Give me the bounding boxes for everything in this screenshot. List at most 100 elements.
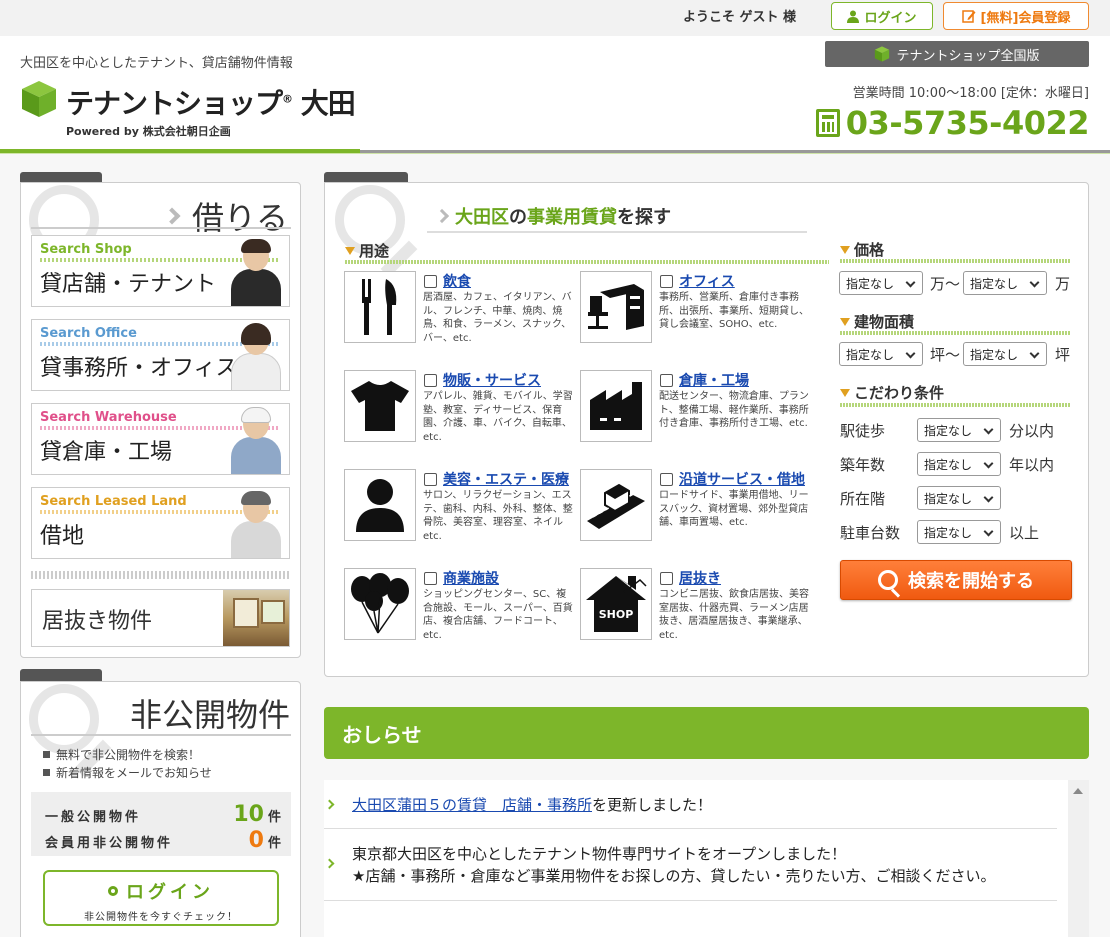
phone-number[interactable]: 03-5735-4022	[815, 104, 1090, 142]
news-title: おしらせ	[324, 707, 1089, 759]
price-min-select[interactable]: 指定なし	[839, 271, 923, 295]
use-desc: ショッピングセンター、SC、複合施設、モール、スーパー、百貨店、複合店舗、フード…	[423, 589, 573, 641]
use-desc: ロードサイド、事業用借地、リースバック、資材置場、郊外型貸店舗、車両置場、etc…	[659, 490, 809, 528]
site-logo[interactable]: テナントショップ® 大田 Powered by 株式会社朝日企画	[20, 80, 370, 140]
rent-panel: 借りる Search Shop 貸店舗・テナント Search Office 貸…	[20, 182, 301, 658]
login-button[interactable]: ログイン	[831, 2, 933, 30]
use-link-retail[interactable]: 物販・サービス	[443, 370, 541, 390]
use-checkbox-office[interactable]	[660, 274, 673, 288]
shop-house-icon: SHOP	[580, 568, 652, 640]
category-en-label: Search Shop	[40, 242, 132, 257]
use-checkbox-factory[interactable]	[660, 373, 673, 387]
use-link-factory[interactable]: 倉庫・工場	[679, 370, 749, 390]
area-label-text: 建物面積	[854, 313, 915, 331]
phone-icon	[815, 109, 840, 137]
chevron-right-icon	[163, 207, 181, 225]
panel-tab	[20, 669, 102, 681]
area-unit-mid: 坪〜	[930, 346, 961, 364]
member-count-label: 会員用非公開物件	[45, 836, 174, 851]
category-warehouse[interactable]: Search Warehouse 貸倉庫・工場	[31, 403, 290, 475]
private-login-button[interactable]: ログイン 非公開物件を今すぐチェック！	[43, 870, 279, 926]
use-beauty: 美容・エステ・医療 サロン、リラクゼーション、エステ、歯科、内科、外科、整体、整…	[344, 469, 574, 547]
private-bullet: 新着情報をメールでお知らせ	[43, 764, 212, 781]
login-button-label: ログイン	[864, 10, 917, 26]
news-text: を更新しました！	[592, 796, 713, 814]
welcome-text: ようこそ ゲスト 様	[683, 10, 797, 25]
use-checkbox-commercial[interactable]	[424, 571, 437, 585]
use-link-beauty[interactable]: 美容・エステ・医療	[443, 469, 569, 489]
news-scrollbar[interactable]	[1068, 780, 1089, 937]
square-bullet-icon	[43, 751, 50, 758]
use-checkbox-food[interactable]	[424, 274, 437, 288]
private-bullet: 無料で非公開物件を検索！	[43, 746, 200, 763]
cond-label-parking: 駐車台数	[840, 524, 901, 542]
property-counts: 一般公開物件 10 件 会員用非公開物件 0 件	[31, 792, 291, 856]
triangle-down-icon	[345, 246, 355, 255]
triangle-down-icon	[840, 317, 850, 326]
walk-select[interactable]: 指定なし	[917, 418, 1001, 442]
square-bullet-icon	[43, 769, 50, 776]
news-text: 東京都大田区を中心としたテナント物件専門サイトをオープンしました！	[352, 845, 847, 863]
section-rule	[840, 259, 1070, 263]
use-checkbox-retail[interactable]	[424, 373, 437, 387]
news-link[interactable]: 大田区蒲田５の賃貸 店舗・事務所	[352, 796, 592, 814]
member-count: 0	[248, 828, 264, 853]
ring-icon	[108, 886, 118, 896]
title-suffix: を探す	[617, 207, 671, 228]
factory-icon	[580, 370, 652, 442]
floor-select[interactable]: 指定なし	[917, 486, 1001, 510]
price-label-text: 価格	[854, 241, 885, 259]
area-unit-end: 坪	[1055, 346, 1071, 364]
use-desc: アパレル、雑貨、モバイル、学習塾、教室、ディサービス、保育園、介護、車、バイク、…	[423, 391, 573, 443]
use-link-commercial[interactable]: 商業施設	[443, 568, 499, 588]
category-jp-label: 借地	[40, 524, 85, 549]
public-count-label: 一般公開物件	[45, 810, 142, 825]
scroll-up-icon[interactable]	[1073, 788, 1083, 794]
use-link-office[interactable]: オフィス	[679, 271, 735, 291]
use-checkbox-roadside[interactable]	[660, 472, 673, 486]
rent-panel-rule	[31, 227, 291, 229]
cube-small-icon	[875, 46, 890, 62]
start-search-button[interactable]: 検索を開始する	[840, 560, 1072, 600]
category-shop[interactable]: Search Shop 貸店舗・テナント	[31, 235, 290, 307]
logo-powered-by: Powered by 株式会社朝日企画	[66, 125, 231, 138]
cond-unit-walk: 分以内	[1009, 422, 1055, 440]
use-label-text: 用途	[359, 242, 390, 260]
use-link-inuki[interactable]: 居抜き	[679, 568, 721, 588]
category-office[interactable]: Search Office 貸事務所・オフィス	[31, 319, 290, 391]
magnifier-watermark-icon	[29, 684, 99, 754]
office-woman-photo	[231, 323, 281, 390]
use-checkbox-inuki[interactable]	[660, 571, 673, 585]
title-type: 事業用賃貸	[527, 207, 617, 228]
category-inuki[interactable]: 居抜き物件	[31, 589, 290, 647]
use-desc: 居酒屋、カフェ、イタリアン、バル、フレンチ、中華、焼肉、焼鳥、和食、ラーメン、ス…	[423, 292, 572, 344]
use-checkbox-beauty[interactable]	[424, 472, 437, 486]
use-commercial: 商業施設 ショッピングセンター、SC、複合施設、モール、スーパー、百貨店、複合店…	[344, 568, 574, 646]
register-button[interactable]: [無料]会員登録	[943, 2, 1089, 30]
parking-select[interactable]: 指定なし	[917, 520, 1001, 544]
category-jp-label: 貸店舗・テナント	[40, 272, 217, 297]
use-link-food[interactable]: 飲食	[443, 271, 471, 291]
private-bullet-text: 新着情報をメールでお知らせ	[56, 766, 212, 780]
category-en-label: Search Warehouse	[40, 410, 177, 425]
private-login-label: ログイン	[126, 882, 214, 903]
member-count-row: 会員用非公開物件 0 件	[45, 828, 281, 853]
use-link-roadside[interactable]: 沿道サービス・借地	[679, 469, 805, 489]
balloons-icon	[344, 568, 416, 640]
category-land[interactable]: Search Leased Land 借地	[31, 487, 290, 559]
area-min-select[interactable]: 指定なし	[839, 342, 923, 366]
national-version-button[interactable]: テナントショップ全国版	[825, 41, 1089, 67]
age-select[interactable]: 指定なし	[917, 452, 1001, 476]
price-max-select[interactable]: 指定なし	[963, 271, 1047, 295]
section-rule	[840, 403, 1070, 407]
worker-photo	[231, 407, 281, 474]
cube-logo-icon	[22, 81, 56, 117]
area-max-select[interactable]: 指定なし	[963, 342, 1047, 366]
category-en-label: Search Leased Land	[40, 494, 187, 509]
title-particle: の	[509, 207, 527, 228]
use-factory: 倉庫・工場 配送センター、物流倉庫、プラント、整備工場、軽作業所、事務所付き倉庫…	[580, 370, 810, 448]
use-desc: コンビニ居抜、飲食店居抜、美容室居抜、什器売買、ラーメン店居抜き、居酒屋居抜き、…	[659, 589, 809, 641]
national-version-label: テナントショップ全国版	[896, 48, 1040, 64]
conditions-label-text: こだわり条件	[854, 384, 945, 402]
use-desc: 事務所、営業所、倉庫付き事務所、出張所、事業所、短期貸し、貸し会議室、SOHO、…	[659, 292, 809, 330]
